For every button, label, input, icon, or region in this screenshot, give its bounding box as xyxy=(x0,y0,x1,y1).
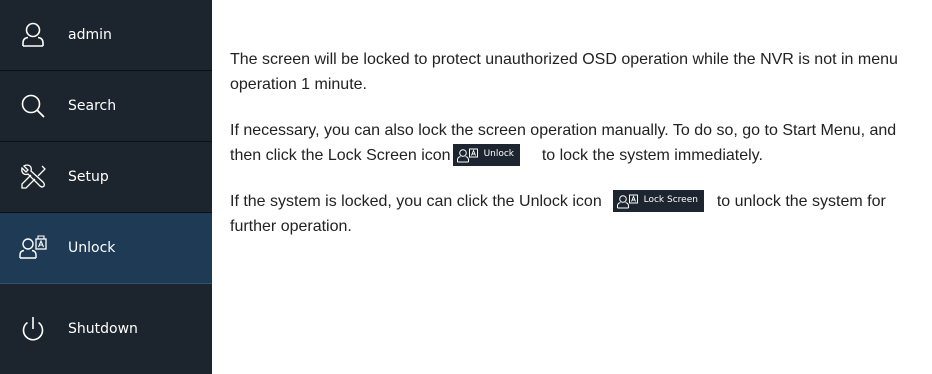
power-icon xyxy=(18,314,48,344)
menu-item-label: Shutdown xyxy=(68,321,138,337)
unlock-button-image: Unlock xyxy=(452,143,521,166)
menu-item-setup[interactable]: Setup xyxy=(0,142,212,213)
user-lock-icon xyxy=(456,146,480,164)
user-lock-icon xyxy=(616,192,640,210)
start-menu-panel: admin Search Setup Unlock Shutdown xyxy=(0,0,212,374)
paragraph-text: If the system is locked, you can click t… xyxy=(230,193,602,210)
menu-item-shutdown[interactable]: Shutdown xyxy=(0,284,212,374)
lock-screen-button-image: Lock Screen xyxy=(612,189,704,212)
paragraph-auto-lock: The screen will be locked to protect una… xyxy=(230,51,898,93)
menu-item-label: admin xyxy=(68,27,112,43)
menu-item-label: Unlock xyxy=(68,240,116,256)
document-body: The screen will be locked to protect una… xyxy=(230,47,930,260)
menu-item-search[interactable]: Search xyxy=(0,71,212,142)
paragraph-manual-lock: If necessary, you can also lock the scre… xyxy=(230,118,930,168)
wrench-screwdriver-icon xyxy=(18,162,48,192)
unlock-button-label: Unlock xyxy=(483,149,515,160)
menu-item-label: Search xyxy=(68,98,117,114)
menu-item-unlock[interactable]: Unlock xyxy=(0,213,212,284)
search-icon xyxy=(18,91,48,121)
lock-screen-button-label: Lock Screen xyxy=(643,195,698,206)
menu-item-label: Setup xyxy=(68,169,109,185)
user-icon xyxy=(18,20,48,50)
user-lock-icon xyxy=(18,233,48,263)
menu-item-admin[interactable]: admin xyxy=(0,0,212,71)
paragraph-unlock: If the system is locked, you can click t… xyxy=(230,189,930,239)
paragraph-text: to lock the system immediately. xyxy=(541,147,763,164)
